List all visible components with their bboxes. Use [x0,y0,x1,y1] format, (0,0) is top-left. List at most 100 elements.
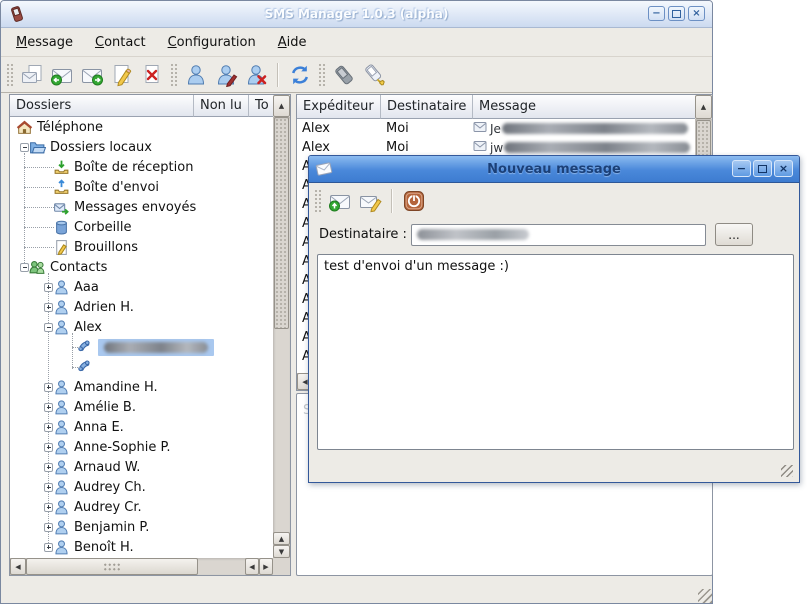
scroll-up-button[interactable]: ▲ [695,95,712,119]
person-icon [53,279,70,296]
main-window-controls: − × [645,6,705,21]
tree-item-arnaud-w[interactable]: Arnaud W. [10,457,273,477]
send-message-button[interactable] [77,60,107,90]
folders-vertical-scrollbar[interactable]: ▲ ▼ [273,117,290,558]
menu-message[interactable]: Message [7,31,82,54]
maximize-icon [672,10,681,18]
tree-item-audrey-ch[interactable]: Audrey Ch. [10,477,273,497]
scroll-down-button[interactable]: ▼ [273,545,290,558]
scroll-left-button[interactable]: ◀ [10,558,26,575]
close-button[interactable]: × [688,6,705,21]
envelope-icon [473,120,487,138]
save-draft-button[interactable] [355,186,385,216]
expand-icon[interactable] [44,383,53,392]
close-power-button[interactable] [399,186,429,216]
scrollbar-thumb[interactable] [26,558,198,575]
expand-icon[interactable] [44,403,53,412]
tree-item-anne-sophie-p[interactable]: Anne-Sophie P. [10,437,273,457]
recipient-input[interactable] [411,224,706,246]
column-header-dossiers[interactable]: Dossiers [10,95,194,117]
message-body-textarea[interactable]: test d'envoi d'un message :) [317,254,794,450]
scroll-up-button[interactable]: ▲ [273,95,290,117]
expand-icon[interactable] [44,423,53,432]
expand-icon[interactable] [44,543,53,552]
tree-item-telephone[interactable]: Téléphone [10,117,273,137]
maximize-button[interactable] [668,6,685,21]
dialog-resize-grip[interactable] [781,465,793,477]
browse-contacts-button[interactable]: ... [715,223,753,246]
tree-item-label: Benoît H. [74,540,134,555]
tree-item-adrien-h[interactable]: Adrien H. [10,297,273,317]
column-header-expediteur[interactable]: Expéditeur [297,95,381,119]
tree-item-contacts[interactable]: Contacts [10,257,273,277]
tree-item-corbeille[interactable]: Corbeille [10,217,273,237]
main-titlebar[interactable]: SMS Manager 1.0.3 (alpha) − × [1,1,712,28]
scrollbar-thumb[interactable] [274,117,289,329]
collapse-icon[interactable] [20,263,29,272]
tree-item-amandine-h[interactable]: Amandine H. [10,377,273,397]
toolbar-separator [391,189,393,213]
toolbar-grip [314,189,322,213]
add-contact-button[interactable] [181,60,211,90]
minimize-button[interactable]: − [648,6,665,21]
person-icon [53,519,70,536]
dialog-titlebar[interactable]: Nouveau message − × [309,156,799,183]
inbox-icon [53,159,70,176]
delete-contact-button[interactable] [241,60,271,90]
receive-message-button[interactable] [47,60,77,90]
menu-aide[interactable]: Aide [269,31,316,54]
column-header-message[interactable]: Message [473,95,695,119]
new-message-button[interactable] [17,60,47,90]
expand-icon[interactable] [44,443,53,452]
tree-item-brouillons[interactable]: Brouillons [10,237,273,257]
maximize-button[interactable] [753,160,772,177]
tree-item-audrey-cr[interactable]: Audrey Cr. [10,497,273,517]
tree-item-alex[interactable]: Alex [10,317,273,337]
edit-message-button[interactable] [107,60,137,90]
delete-message-button[interactable] [137,60,167,90]
close-button[interactable]: × [774,160,793,177]
tree-item-messages-envoyes[interactable]: Messages envoyés [10,197,273,217]
scroll-right-button[interactable]: ▶ [259,558,273,575]
tree-item-label: Arnaud W. [74,460,140,475]
expand-icon[interactable] [44,463,53,472]
tree-item-phone-number[interactable] [10,337,273,357]
tree-item-benjamin-p[interactable]: Benjamin P. [10,517,273,537]
expand-icon[interactable] [44,523,53,532]
receive-message-icon [50,63,74,87]
collapse-icon[interactable] [20,143,29,152]
column-header-non-lu[interactable]: Non lu [194,95,249,117]
column-header-destinataire[interactable]: Destinataire [381,95,473,119]
collapse-icon[interactable] [44,323,53,332]
phone-disconnect-button[interactable] [329,60,359,90]
phone-connect-button[interactable] [359,60,389,90]
tree-item-amelie-b[interactable]: Amélie B. [10,397,273,417]
menu-configuration[interactable]: Configuration [159,31,265,54]
scroll-up-button[interactable]: ▲ [273,532,290,545]
window-resize-grip[interactable] [698,589,712,603]
tree-item-phone-number[interactable] [10,357,273,377]
edit-contact-button[interactable] [211,60,241,90]
tree-item-boite-de-reception[interactable]: Boîte de réception [10,157,273,177]
tree-item-benoit-h[interactable]: Benoît H. [10,537,273,557]
menu-contact[interactable]: Contact [86,31,155,54]
tree-connector-stub [24,167,54,169]
message-row[interactable]: AlexMoiJe [297,119,695,138]
minimize-button[interactable]: − [732,160,751,177]
tree-item-dossiers-locaux[interactable]: Dossiers locaux [10,137,273,157]
folder-open-icon [29,139,46,156]
refresh-button[interactable] [285,60,315,90]
send-new-message-button[interactable] [325,186,355,216]
expand-icon[interactable] [44,503,53,512]
selected-phone-number[interactable] [98,339,214,356]
tree-item-anna-e[interactable]: Anna E. [10,417,273,437]
column-header-total[interactable]: To [249,95,273,117]
expand-icon[interactable] [44,483,53,492]
message-text-fragment: jw [490,141,503,155]
tree-item-aaa[interactable]: Aaa [10,277,273,297]
tree-item-boite-d-envoi[interactable]: Boîte d'envoi [10,177,273,197]
folders-horizontal-scrollbar[interactable]: ◀ ◀ ▶ [10,558,290,575]
expand-icon[interactable] [44,303,53,312]
scroll-left-button[interactable]: ◀ [245,558,259,575]
expand-icon[interactable] [44,283,53,292]
